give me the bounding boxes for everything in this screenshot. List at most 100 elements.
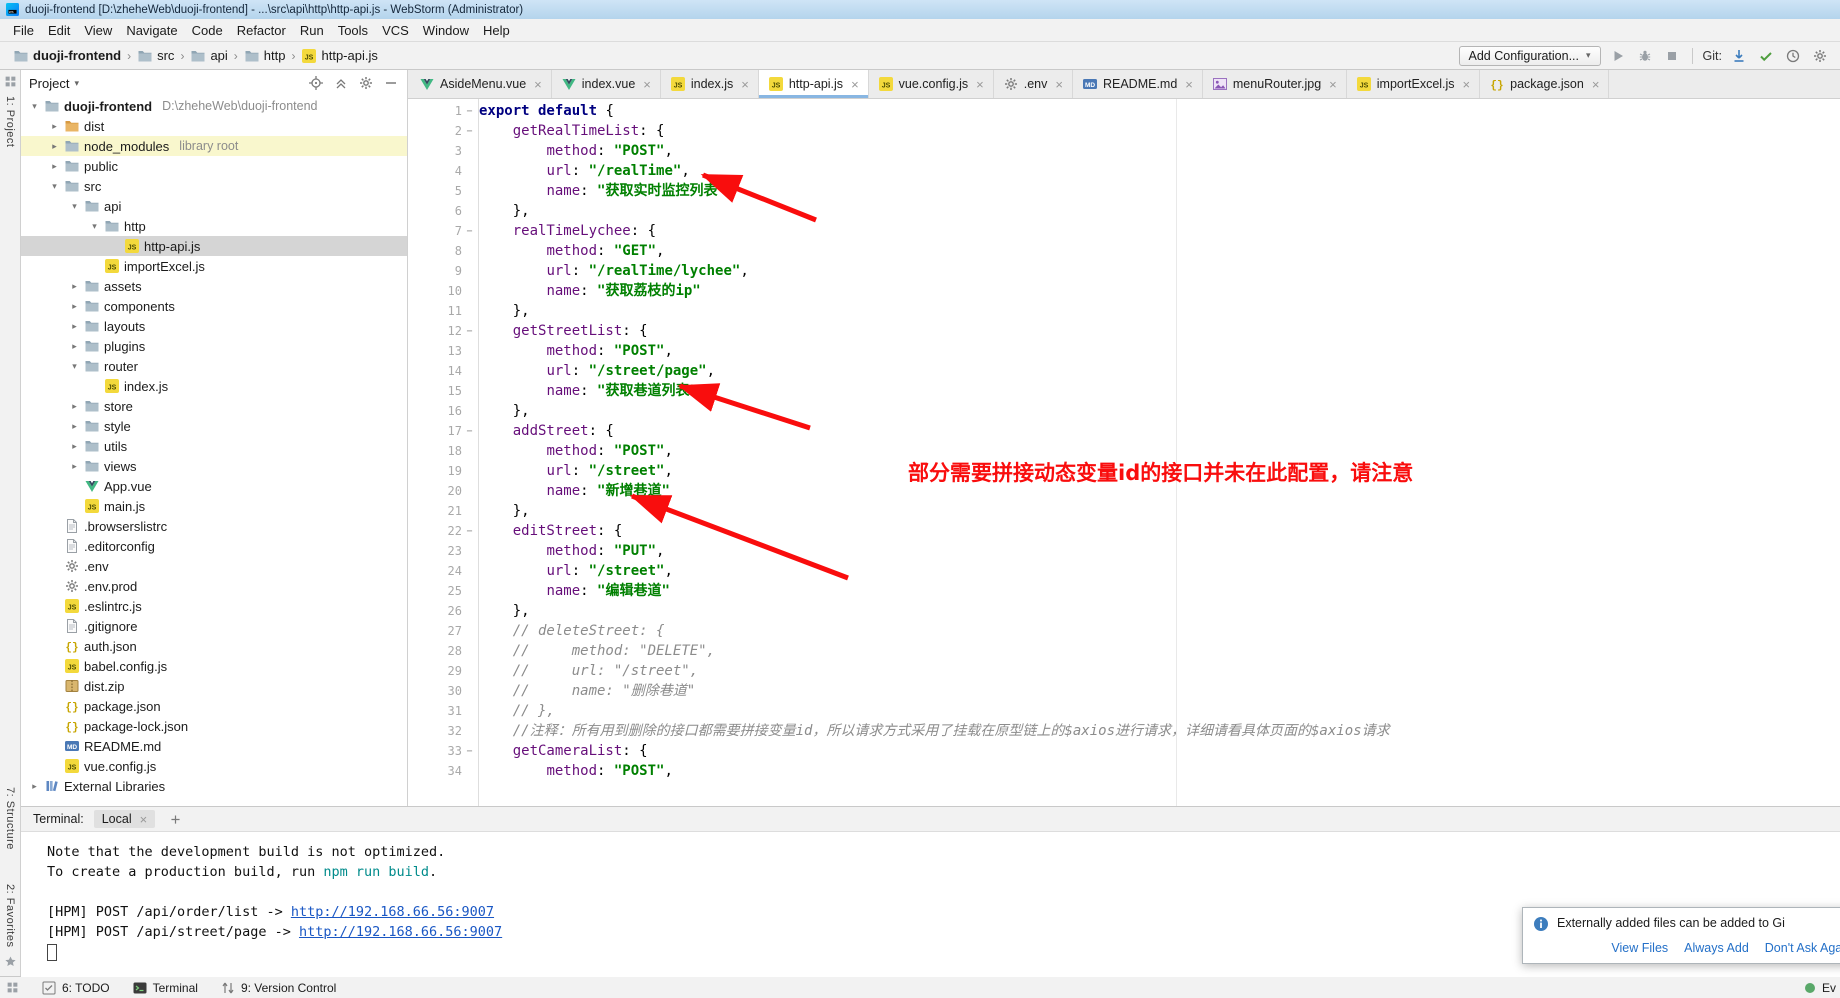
tab-package.json[interactable]: {}package.json× [1480,70,1609,98]
breadcrumb-item-duoji-frontend[interactable]: duoji-frontend [10,46,124,66]
line-number[interactable]: 31− [408,701,478,721]
terminal-link[interactable]: http://192.168.66.56:9007 [299,924,502,940]
code-line[interactable]: name: "获取实时监控列表" [479,181,1840,201]
code-line[interactable]: url: "/realTime/lychee", [479,261,1840,281]
chevron-right-icon[interactable]: ▸ [69,281,80,292]
terminal-cursor[interactable] [47,944,57,961]
line-number[interactable]: 13− [408,341,478,361]
close-icon[interactable]: × [1185,78,1193,91]
tree-item-package-lock.json[interactable]: {}package-lock.json [21,716,407,736]
tool-button-project[interactable]: 1: Project [4,96,16,147]
menu-item-edit[interactable]: Edit [41,21,77,40]
fold-icon[interactable]: − [464,746,475,757]
status-item-Terminal[interactable]: Terminal [132,980,198,996]
fold-icon[interactable]: − [464,106,475,117]
tree-item-src[interactable]: ▾src [21,176,407,196]
close-icon[interactable]: × [1463,78,1471,91]
tree-item-index.js[interactable]: JSindex.js [21,376,407,396]
chevron-right-icon[interactable]: ▸ [69,341,80,352]
line-number[interactable]: 7− [408,221,478,241]
status-right[interactable]: Ev [1802,980,1836,996]
fold-icon[interactable]: − [464,426,475,437]
line-number[interactable]: 33− [408,741,478,761]
notification-action-1[interactable]: Always Add [1684,941,1749,955]
line-number[interactable]: 18− [408,441,478,461]
locate-file-icon[interactable] [308,75,324,91]
code-line[interactable]: method: "POST", [479,761,1840,781]
tab-AsideMenu.vue[interactable]: AsideMenu.vue× [410,70,552,98]
line-number[interactable]: 9− [408,261,478,281]
tree-item-http-api.js[interactable]: JShttp-api.js [21,236,407,256]
code-line[interactable]: }, [479,301,1840,321]
line-number[interactable]: 2− [408,121,478,141]
tree-item-importExcel.js[interactable]: JSimportExcel.js [21,256,407,276]
chevron-right-icon[interactable]: ▸ [69,461,80,472]
chevron-down-icon[interactable]: ▾ [69,201,80,212]
settings-button[interactable] [1810,46,1830,66]
status-item-6__TODO[interactable]: 6: TODO [41,980,110,996]
tab-README.md[interactable]: MDREADME.md× [1073,70,1203,98]
tree-item-node_modules[interactable]: ▸node_moduleslibrary root [21,136,407,156]
line-number[interactable]: 29− [408,661,478,681]
line-number[interactable]: 3− [408,141,478,161]
tree-item-.env[interactable]: .env [21,556,407,576]
code-line[interactable]: editStreet: { [479,521,1840,541]
code-area[interactable]: export default { getRealTimeList: { meth… [479,99,1840,806]
breadcrumb-item-api[interactable]: api [187,46,230,66]
menu-item-vcs[interactable]: VCS [375,21,416,40]
chevron-right-icon[interactable]: ▸ [69,421,80,432]
code-line[interactable]: // }, [479,701,1840,721]
line-number[interactable]: 24− [408,561,478,581]
fold-icon[interactable]: − [464,126,475,137]
code-line[interactable]: url: "/realTime", [479,161,1840,181]
code-line[interactable]: //注释：所有用到删除的接口都需要拼接变量id，所以请求方式采用了挂载在原型链上… [479,721,1840,741]
tree-item-.gitignore[interactable]: .gitignore [21,616,407,636]
tree-item-.env.prod[interactable]: .env.prod [21,576,407,596]
code-line[interactable]: // url: "/street", [479,661,1840,681]
line-number[interactable]: 12− [408,321,478,341]
fold-icon[interactable]: − [464,226,475,237]
line-number[interactable]: 32− [408,721,478,741]
close-icon[interactable]: × [741,78,749,91]
chevron-down-icon[interactable]: ▾ [74,78,79,89]
chevron-right-icon[interactable]: ▸ [29,781,40,792]
tree-item-main.js[interactable]: JSmain.js [21,496,407,516]
stop-button[interactable] [1662,46,1682,66]
tab-importExcel.js[interactable]: JSimportExcel.js× [1347,70,1480,98]
code-line[interactable]: getRealTimeList: { [479,121,1840,141]
code-line[interactable]: name: "新增巷道" [479,481,1840,501]
tree-item-store[interactable]: ▸store [21,396,407,416]
tree-item-views[interactable]: ▸views [21,456,407,476]
tab-index.js[interactable]: JSindex.js× [661,70,759,98]
chevron-right-icon[interactable]: ▸ [69,401,80,412]
tab-http-api.js[interactable]: JShttp-api.js× [759,70,869,98]
close-icon[interactable]: × [851,78,859,91]
tree-item-README.md[interactable]: MDREADME.md [21,736,407,756]
code-line[interactable]: url: "/street", [479,461,1840,481]
collapse-all-icon[interactable] [333,75,349,91]
tree-item-style[interactable]: ▸style [21,416,407,436]
chevron-down-icon[interactable]: ▾ [69,361,80,372]
code-line[interactable]: name: "获取巷道列表" [479,381,1840,401]
tree-item-utils[interactable]: ▸utils [21,436,407,456]
tree-item-.editorconfig[interactable]: .editorconfig [21,536,407,556]
tool-button-favorites[interactable]: 2: Favorites [4,884,16,947]
line-number[interactable]: 19− [408,461,478,481]
line-number[interactable]: 10− [408,281,478,301]
tree-item-dist.zip[interactable]: dist.zip [21,676,407,696]
tree-item-assets[interactable]: ▸assets [21,276,407,296]
terminal-link[interactable]: http://192.168.66.56:9007 [291,904,494,920]
line-number[interactable]: 5− [408,181,478,201]
line-number[interactable]: 23− [408,541,478,561]
tree-item-dist[interactable]: ▸dist [21,116,407,136]
menu-item-navigate[interactable]: Navigate [119,21,184,40]
terminal-tab-local[interactable]: Local × [94,810,155,828]
tree-item-auth.json[interactable]: {}auth.json [21,636,407,656]
chevron-down-icon[interactable]: ▾ [29,101,40,112]
status-item-9__Version_Control[interactable]: 9: Version Control [220,980,336,996]
gear-icon[interactable] [358,75,374,91]
line-number[interactable]: 1− [408,101,478,121]
code-line[interactable]: }, [479,201,1840,221]
chevron-right-icon[interactable]: ▸ [49,121,60,132]
code-line[interactable]: method: "PUT", [479,541,1840,561]
